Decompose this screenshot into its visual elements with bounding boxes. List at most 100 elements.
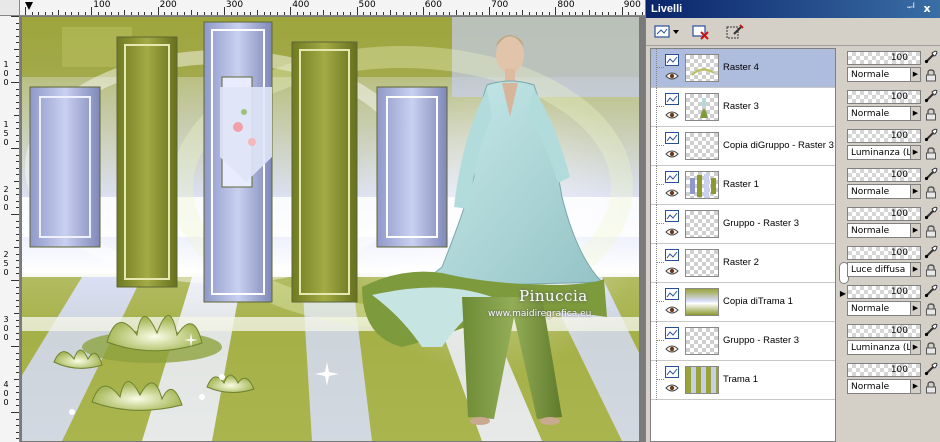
layer-thumbnail [685, 210, 719, 238]
new-layer-button[interactable] [652, 22, 682, 42]
visibility-eye-icon[interactable] [665, 305, 679, 315]
lock-icon[interactable] [924, 147, 938, 160]
brush-icon[interactable] [924, 167, 938, 181]
edit-layer-button[interactable] [724, 22, 746, 42]
blend-mode-select[interactable]: Normale ▶ [847, 106, 921, 121]
dropdown-arrow-icon[interactable]: ▶ [910, 68, 920, 81]
visibility-eye-icon[interactable] [665, 71, 679, 81]
ruler-label: 0 [3, 203, 9, 212]
blend-mode-select[interactable]: Normale ▶ [847, 184, 921, 199]
close-icon[interactable]: x [921, 3, 933, 15]
ruler-tick [16, 108, 19, 110]
vertical-ruler: 100150200250300400 [0, 16, 20, 442]
blend-mode-select[interactable]: Luminanza (L) ▶ [847, 340, 921, 355]
ruler-tick [16, 207, 19, 209]
image-canvas-area[interactable]: 100 200 300 400 500 600 700 800 900 100150200250… [0, 0, 645, 442]
brush-icon[interactable] [924, 323, 938, 337]
lock-icon[interactable] [924, 108, 938, 121]
ruler-tick [16, 187, 19, 189]
opacity-field[interactable]: 100 [847, 246, 921, 260]
brush-icon[interactable] [924, 362, 938, 376]
brush-icon[interactable] [924, 89, 938, 103]
layer-row[interactable]: Raster 3 [651, 88, 835, 127]
artwork-image[interactable]: Pinuccia www.maidiregrafica.eu [22, 17, 639, 441]
blend-mode-select[interactable]: Luminanza (L) ▶ [847, 145, 921, 160]
layer-list[interactable]: Raster 4 Raster 3 Copia diGruppo - Raster … [650, 48, 836, 442]
ruler-label: 4 [3, 380, 9, 389]
visibility-eye-icon[interactable] [665, 266, 679, 276]
ruler-tick [469, 12, 471, 15]
blend-mode-select[interactable]: Luce diffusa ▶ [847, 262, 921, 277]
blend-mode-select[interactable]: Normale ▶ [847, 379, 921, 394]
ruler-label: 2 [3, 185, 9, 194]
ruler-tick [16, 227, 19, 229]
layer-name: Raster 1 [723, 179, 759, 190]
opacity-field[interactable]: 100 [847, 324, 921, 338]
blend-mode-select[interactable]: Normale ▶ [847, 223, 921, 238]
opacity-field[interactable]: 100 [847, 90, 921, 104]
lock-icon[interactable] [924, 69, 938, 82]
dropdown-arrow-icon[interactable]: ▶ [910, 380, 920, 393]
dropdown-arrow-icon[interactable]: ▶ [910, 302, 920, 315]
layer-row[interactable]: Raster 4 [651, 49, 835, 88]
ruler-label: 3 [3, 315, 9, 324]
brush-icon[interactable] [924, 245, 938, 259]
layer-row[interactable]: Copia diTrama 1 [651, 283, 835, 322]
ruler-tick [243, 12, 245, 15]
visibility-eye-icon[interactable] [665, 344, 679, 354]
dropdown-arrow-icon[interactable]: ▶ [910, 341, 920, 354]
visibility-eye-icon[interactable] [665, 188, 679, 198]
opacity-field[interactable]: 100 [847, 285, 921, 299]
visibility-eye-icon[interactable] [665, 227, 679, 237]
layer-row[interactable]: Copia diGruppo - Raster 3 [651, 127, 835, 166]
delete-layer-button[interactable] [690, 22, 712, 42]
opacity-field[interactable]: 100 [847, 129, 921, 143]
ruler-tick [16, 266, 19, 268]
ruler-tick [548, 12, 550, 15]
layer-row[interactable]: Gruppo - Raster 3 [651, 205, 835, 244]
tree-line [656, 223, 664, 224]
dropdown-arrow-icon[interactable]: ▶ [910, 263, 920, 276]
tree-line [656, 301, 664, 302]
visibility-eye-icon[interactable] [665, 110, 679, 120]
opacity-field[interactable]: 100 [847, 168, 921, 182]
layer-properties-row: 100 Luminanza (L) ▶ [843, 126, 940, 165]
brush-icon[interactable] [924, 50, 938, 64]
opacity-field[interactable]: 100 [847, 51, 921, 65]
brush-icon[interactable] [924, 206, 938, 220]
dropdown-arrow-icon[interactable]: ▶ [910, 224, 920, 237]
ruler-tick [16, 55, 19, 57]
layer-row[interactable]: Raster 1 [651, 166, 835, 205]
layer-row[interactable]: Gruppo - Raster 3 [651, 322, 835, 361]
opacity-field[interactable]: 100 [847, 363, 921, 377]
brush-icon[interactable] [924, 284, 938, 298]
lock-icon[interactable] [924, 381, 938, 394]
ruler-tick [16, 95, 19, 97]
visibility-eye-icon[interactable] [665, 383, 679, 393]
layer-row[interactable]: Raster 2 [651, 244, 835, 283]
ruler-tick [316, 12, 318, 15]
ruler-tick [482, 12, 484, 15]
layers-panel-titlebar[interactable]: Livelli ᅱ x [646, 0, 940, 18]
ruler-tick [150, 12, 152, 15]
brush-icon[interactable] [924, 128, 938, 142]
lock-icon[interactable] [924, 264, 938, 277]
dropdown-arrow-icon[interactable]: ▶ [910, 107, 920, 120]
lock-icon[interactable] [924, 303, 938, 316]
opacity-field[interactable]: 100 [847, 207, 921, 221]
dropdown-arrow-icon[interactable]: ▶ [910, 185, 920, 198]
ruler-tick [276, 12, 278, 15]
ruler-tick [104, 12, 106, 15]
layer-name: Gruppo - Raster 3 [723, 218, 800, 229]
ruler-tick [124, 10, 126, 15]
visibility-eye-icon[interactable] [665, 149, 679, 159]
blend-mode-select[interactable]: Normale ▶ [847, 301, 921, 316]
lock-icon[interactable] [924, 225, 938, 238]
blend-mode-select[interactable]: Normale ▶ [847, 67, 921, 82]
dropdown-arrow-icon[interactable]: ▶ [910, 146, 920, 159]
layer-row[interactable]: Trama 1 [651, 361, 835, 400]
lock-icon[interactable] [924, 186, 938, 199]
pin-icon[interactable]: ᅱ [905, 3, 917, 15]
ruler-tick [562, 12, 564, 15]
lock-icon[interactable] [924, 342, 938, 355]
